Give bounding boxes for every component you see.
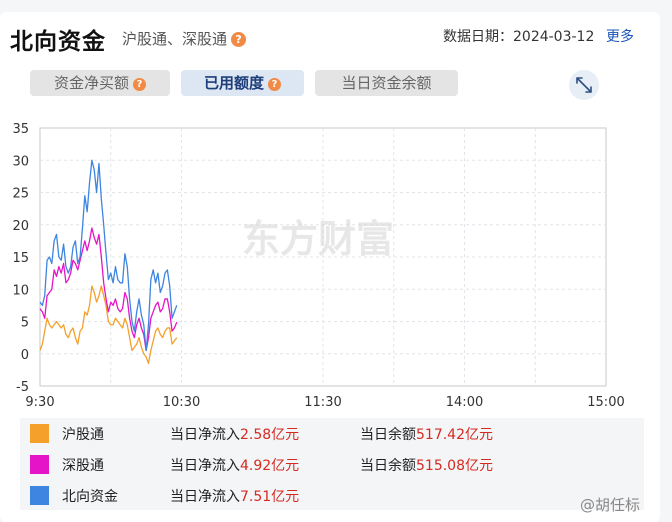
flow-value: 2.58亿元: [240, 427, 300, 443]
y-tick-label: 20: [12, 219, 29, 234]
watermark: 东方财富: [242, 218, 394, 261]
legend-name: 深股通: [62, 458, 104, 474]
flow-value: 4.92亿元: [240, 458, 300, 474]
flow-label: 当日净流入: [170, 427, 240, 443]
user-watermark: @胡任标: [580, 496, 641, 514]
legend-flow: 当日净流入7.51亿元: [170, 486, 299, 506]
legend-flow: 当日净流入4.92亿元: [170, 455, 299, 475]
series-line-0: [39, 285, 178, 365]
y-tick-label: -5: [16, 380, 29, 395]
y-tick-label: 30: [12, 154, 29, 169]
x-tick-label: 11:30: [304, 395, 341, 410]
x-tick-label: 15:00: [587, 395, 624, 410]
x-tick-label: 9:30: [25, 395, 54, 410]
y-tick-label: 35: [12, 122, 29, 137]
balance-label: 当日余额: [360, 458, 416, 474]
x-tick-label: 10:30: [163, 395, 200, 410]
legend-swatch-north: [30, 486, 49, 505]
balance-label: 当日余额: [360, 427, 416, 443]
legend-row-sz: 深股通 当日净流入4.92亿元 当日余额515.08亿元: [20, 449, 644, 479]
legend: 沪股通 当日净流入2.58亿元 当日余额517.42亿元 深股通 当日净流入4.…: [20, 418, 644, 510]
legend-name: 沪股通: [62, 427, 104, 443]
flow-value: 7.51亿元: [240, 489, 300, 505]
y-tick-label: 5: [21, 316, 29, 331]
legend-balance: 当日余额515.08亿元: [360, 455, 493, 475]
y-tick-label: 10: [12, 283, 29, 298]
legend-balance: 当日余额517.42亿元: [360, 424, 493, 444]
x-tick-label: 14:00: [446, 395, 483, 410]
line-chart: 东方财富 35 30 25 20 15 10 5 0 -59:30 10:30 11:30 14:00…: [12, 122, 624, 410]
flow-label: 当日净流入: [170, 458, 240, 474]
legend-row-north: 北向资金 当日净流入7.51亿元: [20, 480, 644, 510]
legend-flow: 当日净流入2.58亿元: [170, 424, 299, 444]
balance-value: 517.42亿元: [416, 427, 493, 443]
y-tick-label: 0: [21, 348, 29, 363]
legend-swatch-sh: [30, 424, 49, 443]
legend-name: 北向资金: [62, 489, 118, 505]
y-tick-label: 25: [12, 187, 29, 202]
y-tick-label: 15: [12, 251, 29, 266]
legend-swatch-sz: [30, 455, 49, 474]
balance-value: 515.08亿元: [416, 458, 493, 474]
legend-row-sh: 沪股通 当日净流入2.58亿元 当日余额517.42亿元: [20, 418, 644, 448]
flow-label: 当日净流入: [170, 489, 240, 505]
